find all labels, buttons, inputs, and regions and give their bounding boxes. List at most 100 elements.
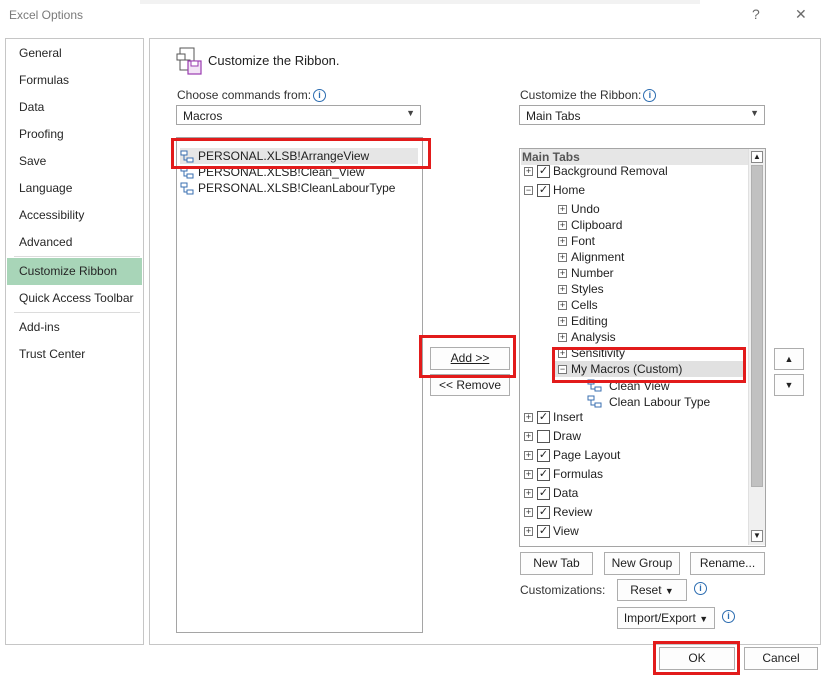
new-tab-button[interactable]: New Tab [520, 552, 593, 575]
expand-icon[interactable]: + [558, 317, 567, 326]
expand-icon[interactable]: + [558, 269, 567, 278]
cancel-button[interactable]: Cancel [744, 647, 818, 670]
expand-icon[interactable]: + [524, 167, 533, 176]
info-icon[interactable]: i [643, 89, 657, 103]
checkbox[interactable] [537, 430, 550, 443]
move-down-button[interactable]: ▼ [774, 374, 804, 396]
expand-icon[interactable]: + [558, 285, 567, 294]
nav-item-language[interactable]: Language [7, 176, 142, 201]
scroll-up-icon[interactable]: ▲ [751, 151, 763, 163]
nav-item-accessibility[interactable]: Accessibility [7, 203, 142, 228]
expand-icon[interactable]: + [524, 489, 533, 498]
nav-item-add-ins[interactable]: Add-ins [7, 315, 142, 340]
tree-group-alignment[interactable]: Alignment [571, 249, 624, 265]
window-title: Excel Options [9, 8, 84, 22]
tree-group-analysis[interactable]: Analysis [571, 329, 616, 345]
tree-item-review[interactable]: Review [553, 504, 592, 520]
page-heading: Customize the Ribbon. [208, 53, 340, 68]
highlight-box [419, 335, 516, 378]
list-item[interactable]: PERSONAL.XLSB!CleanLabourType [180, 180, 395, 196]
checkbox[interactable]: ✓ [537, 487, 550, 500]
tree-scrollbar[interactable]: ▲ ▼ [748, 149, 765, 545]
tree-item-insert[interactable]: Insert [553, 409, 583, 425]
choose-commands-dropdown[interactable]: Macros ▼ [176, 105, 421, 125]
tree-item-draw[interactable]: Draw [553, 428, 581, 444]
nav-item-trust-center[interactable]: Trust Center [7, 342, 142, 367]
choose-commands-value: Macros [183, 109, 223, 123]
expand-icon[interactable]: + [558, 301, 567, 310]
info-icon[interactable]: i [722, 610, 735, 623]
import-export-label: Import/Export [623, 611, 696, 625]
tree-item-clean-labour-type[interactable]: Clean Labour Type [609, 394, 710, 410]
nav-item-data[interactable]: Data [7, 95, 142, 120]
highlight-box [552, 347, 746, 383]
nav-item-advanced[interactable]: Advanced [7, 230, 142, 255]
chevron-down-icon: ▼ [750, 108, 759, 118]
import-export-dropdown-button[interactable]: Import/Export ▼ [617, 607, 715, 629]
tree-group-cells[interactable]: Cells [571, 297, 598, 313]
expand-icon[interactable]: + [558, 221, 567, 230]
tree-item-data[interactable]: Data [553, 485, 578, 501]
nav-item-quick-access-toolbar[interactable]: Quick Access Toolbar [7, 286, 142, 311]
info-icon[interactable]: i [313, 89, 327, 103]
tree-item-home[interactable]: Home [553, 182, 585, 198]
customize-ribbon-label: Customize the Ribbon: i [520, 88, 657, 103]
checkbox[interactable]: ✓ [537, 184, 550, 197]
checkbox[interactable]: ✓ [537, 411, 550, 424]
choose-commands-text: Choose commands from: [177, 88, 312, 102]
expand-icon[interactable]: + [558, 253, 567, 262]
customize-ribbon-icon [176, 46, 204, 76]
choose-commands-label: Choose commands from: i [177, 88, 327, 103]
move-up-button[interactable]: ▲ [774, 348, 804, 370]
reset-dropdown-button[interactable]: Reset ▼ [617, 579, 687, 601]
reset-label: Reset [630, 583, 662, 597]
nav-item-proofing[interactable]: Proofing [7, 122, 142, 147]
tree-item-page-layout[interactable]: Page Layout [553, 447, 620, 463]
commands-listbox[interactable]: PERSONAL.XLSB!ArrangeView PERSONAL.XLSB!… [176, 137, 423, 633]
collapse-icon[interactable]: − [524, 186, 533, 195]
expand-icon[interactable]: + [524, 413, 533, 422]
checkbox[interactable]: ✓ [537, 449, 550, 462]
scroll-down-icon[interactable]: ▼ [751, 530, 763, 542]
expand-icon[interactable]: + [524, 508, 533, 517]
tree-group-number[interactable]: Number [571, 265, 614, 281]
macro-icon [587, 395, 603, 409]
new-group-button[interactable]: New Group [604, 552, 680, 575]
nav-item-general[interactable]: General [7, 41, 142, 66]
expand-icon[interactable]: + [558, 333, 567, 342]
nav-divider [14, 312, 140, 313]
tree-group-undo[interactable]: Undo [571, 201, 600, 217]
checkbox[interactable]: ✓ [537, 506, 550, 519]
expand-icon[interactable]: + [524, 432, 533, 441]
checkbox[interactable]: ✓ [537, 525, 550, 538]
tree-group-clipboard[interactable]: Clipboard [571, 217, 622, 233]
ribbon-tabs-value: Main Tabs [526, 109, 581, 123]
tree-group-font[interactable]: Font [571, 233, 595, 249]
scroll-thumb[interactable] [751, 165, 763, 487]
customize-ribbon-text: Customize the Ribbon: [520, 88, 642, 102]
checkbox[interactable]: ✓ [537, 165, 550, 178]
background-strip [140, 0, 700, 4]
expand-icon[interactable]: + [558, 237, 567, 246]
expand-icon[interactable]: + [524, 470, 533, 479]
nav-divider [14, 256, 140, 257]
command-label: PERSONAL.XLSB!CleanLabourType [198, 181, 396, 195]
ribbon-tabs-dropdown[interactable]: Main Tabs ▼ [519, 105, 765, 125]
nav-item-formulas[interactable]: Formulas [7, 68, 142, 93]
close-button[interactable]: ✕ [795, 6, 807, 23]
tree-group-styles[interactable]: Styles [571, 281, 604, 297]
help-button[interactable]: ? [752, 6, 760, 22]
tree-group-editing[interactable]: Editing [571, 313, 608, 329]
tree-item-view[interactable]: View [553, 523, 579, 539]
tree-item-background-removal[interactable]: Background Removal [553, 163, 668, 179]
tree-item-formulas[interactable]: Formulas [553, 466, 603, 482]
checkbox[interactable]: ✓ [537, 468, 550, 481]
info-icon[interactable]: i [694, 582, 707, 595]
nav-item-customize-ribbon[interactable]: Customize Ribbon [7, 258, 142, 285]
expand-icon[interactable]: + [524, 451, 533, 460]
nav-item-save[interactable]: Save [7, 149, 142, 174]
expand-icon[interactable]: + [524, 527, 533, 536]
expand-icon[interactable]: + [558, 205, 567, 214]
rename-button[interactable]: Rename... [690, 552, 765, 575]
chevron-down-icon: ▼ [699, 614, 709, 624]
